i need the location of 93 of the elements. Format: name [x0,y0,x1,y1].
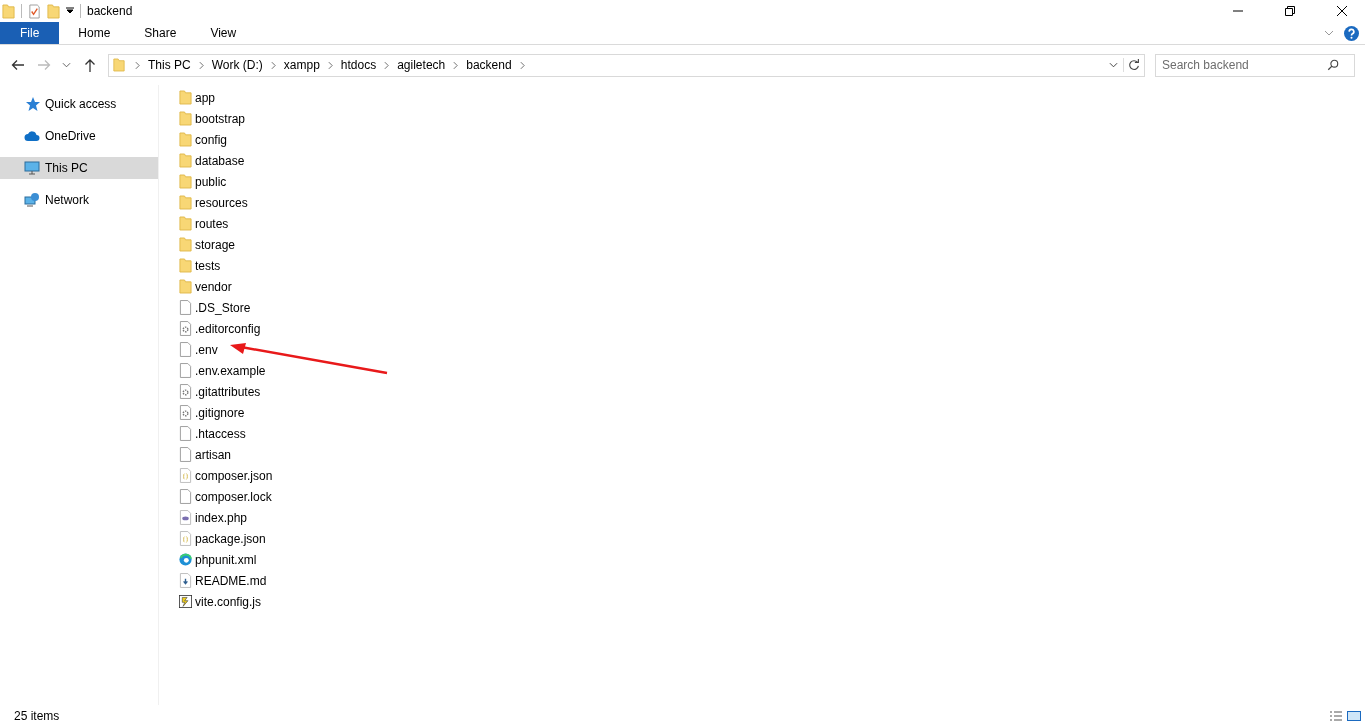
file-name[interactable]: README.md [195,573,267,588]
file-name[interactable]: composer.json [195,468,273,483]
file-name[interactable]: vendor [195,279,232,294]
chevron-right-icon[interactable] [384,60,390,70]
file-name[interactable]: .editorconfig [195,321,261,336]
browser-icon [179,552,192,567]
item-count: 25 items [14,709,60,723]
breadcrumb[interactable]: htdocs [340,58,377,72]
computer-icon [24,160,40,176]
properties-icon[interactable] [28,3,41,19]
network-icon [24,192,40,208]
ribbon-tab[interactable]: View [193,22,254,44]
chevron-right-icon[interactable] [135,60,140,70]
sidebar-item[interactable]: Network [0,189,158,211]
file-name[interactable]: .gitattributes [195,384,261,399]
json-file-icon [179,531,192,546]
folder-icon[interactable] [2,3,15,19]
window-title: backend [87,4,133,18]
chevron-down-icon[interactable] [1109,62,1118,68]
breadcrumb[interactable]: agiletech [397,58,446,72]
search-icon [1327,58,1339,71]
sidebar-item[interactable]: OneDrive [0,125,158,147]
file-name[interactable]: .htaccess [195,426,246,441]
file-name[interactable]: config [195,132,228,147]
file-name[interactable]: .env.example [195,363,266,378]
folder-icon [179,216,192,231]
ribbon-tab[interactable]: Home [61,22,128,44]
chevron-down-icon[interactable] [1324,30,1334,36]
file-name[interactable]: resources [195,195,248,210]
breadcrumb[interactable]: This PC [148,58,191,72]
file-name[interactable]: artisan [195,447,232,462]
file-name[interactable]: bootstrap [195,111,246,126]
file-icon [179,426,192,441]
breadcrumb[interactable]: backend [466,58,512,72]
settings-file-icon [179,384,192,399]
file-name[interactable]: routes [195,216,229,231]
file-name[interactable]: composer.lock [195,489,272,504]
help-icon[interactable] [1344,25,1359,41]
breadcrumb[interactable]: xampp [283,58,320,72]
folder-icon [179,174,192,189]
file-name[interactable]: vite.config.js [195,594,262,609]
markdown-file-icon [179,573,192,588]
star-icon [24,96,40,112]
details-view-icon[interactable] [1329,710,1343,722]
chevron-right-icon[interactable] [198,60,204,70]
file-menu-button[interactable]: File [0,22,60,44]
folder-icon [179,237,192,252]
folder-icon [179,111,192,126]
file-name[interactable]: tests [195,258,221,273]
folder-icon [179,132,192,147]
file-icon [179,342,192,357]
cloud-icon [24,128,40,144]
chevron-right-icon[interactable] [327,60,333,70]
dropdown-icon[interactable] [66,7,74,15]
file-name[interactable]: .DS_Store [195,300,251,315]
forward-arrow-icon[interactable] [36,57,52,73]
script-file-icon [179,594,192,609]
large-icons-view-icon[interactable] [1347,710,1361,722]
folder-icon [179,153,192,168]
settings-file-icon [179,405,192,420]
folder-icon [179,279,192,294]
file-name[interactable]: public [195,174,227,189]
chevron-right-icon[interactable] [519,60,525,70]
chevron-right-icon[interactable] [453,60,459,70]
folder-icon [179,90,192,105]
sidebar-item[interactable]: Quick access [0,93,158,115]
file-name[interactable]: index.php [195,510,248,525]
address-bar[interactable]: This PC Work (D:) xampp htdocs agiletech backend [108,53,1145,77]
chevron-right-icon[interactable] [270,60,276,70]
file-name[interactable]: database [195,153,245,168]
php-file-icon [179,510,192,525]
folder-icon [179,195,192,210]
file-icon [179,489,192,504]
recent-dropdown-icon[interactable] [62,62,71,68]
settings-file-icon [179,321,192,336]
new-folder-icon[interactable] [47,3,60,19]
search-field[interactable]: Search backend [1155,53,1355,77]
file-name[interactable]: .gitignore [195,405,245,420]
folder-icon [179,258,192,273]
json-file-icon [179,468,192,483]
breadcrumb[interactable]: Work (D:) [211,58,263,72]
folder-icon [113,58,125,72]
file-name[interactable]: .env [195,342,218,357]
file-name[interactable]: phpunit.xml [195,552,257,567]
file-icon [179,300,192,315]
sidebar-item[interactable]: This PC [0,157,158,179]
file-icon [179,447,192,462]
back-arrow-icon[interactable] [10,57,26,73]
ribbon-tab[interactable]: Share [127,22,194,44]
file-name[interactable]: storage [195,237,236,252]
file-name[interactable]: app [195,90,216,105]
file-icon [179,363,192,378]
file-name[interactable]: package.json [195,531,266,546]
